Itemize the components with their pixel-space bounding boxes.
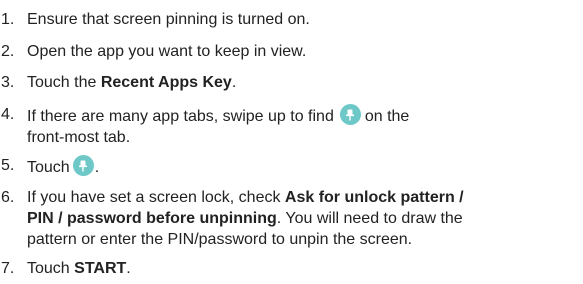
step-text-line3: pattern or enter the PIN/password to unp… bbox=[27, 231, 413, 248]
step-number: 5. bbox=[1, 157, 15, 174]
step-text-post: . bbox=[126, 260, 131, 277]
step-text: Ensure that screen pinning is turned on. bbox=[27, 11, 310, 28]
instruction-list: 1. Ensure that screen pinning is turned … bbox=[0, 0, 583, 284]
pin-icon bbox=[339, 104, 361, 125]
step-number: 1. bbox=[1, 11, 15, 28]
step-text-pre: Touch bbox=[27, 260, 75, 277]
step-number: 2. bbox=[1, 43, 15, 60]
step-number: 6. bbox=[1, 189, 15, 206]
step-text: Open the app you want to keep in view. bbox=[27, 43, 307, 60]
step-number: 7. bbox=[1, 260, 15, 277]
step-text-post: . You will need to draw the bbox=[276, 210, 463, 227]
pin-icon bbox=[72, 155, 94, 176]
step-text-pre: Touch bbox=[27, 159, 70, 176]
step-text-pre: If there are many app tabs, swipe up to … bbox=[27, 108, 334, 125]
step-text-pre: If you have set a screen lock, check bbox=[27, 189, 285, 206]
step-text-pre: Touch the bbox=[27, 74, 101, 91]
step-number: 3. bbox=[1, 74, 15, 91]
step-text: Touch. bbox=[27, 155, 575, 178]
start-label: START bbox=[74, 260, 127, 277]
step-text: If there are many app tabs, swipe up to … bbox=[27, 104, 575, 148]
unlock-option-label-cont: PIN / password before unpinning bbox=[27, 210, 277, 227]
step-text-post: on the bbox=[364, 108, 410, 125]
step-text: Touch the Recent Apps Key. bbox=[27, 72, 575, 93]
step-text: If you have set a screen lock, check Ask… bbox=[27, 187, 575, 250]
step-text-post: . bbox=[94, 159, 100, 176]
step-text-line2: front-most tab. bbox=[27, 129, 131, 146]
step-number: 4. bbox=[1, 106, 15, 123]
recent-apps-key-label: Recent Apps Key bbox=[100, 74, 232, 91]
step-text-post: . bbox=[231, 74, 237, 91]
unlock-option-label: Ask for unlock pattern / bbox=[284, 189, 464, 206]
step-text: Touch START. bbox=[27, 258, 575, 279]
